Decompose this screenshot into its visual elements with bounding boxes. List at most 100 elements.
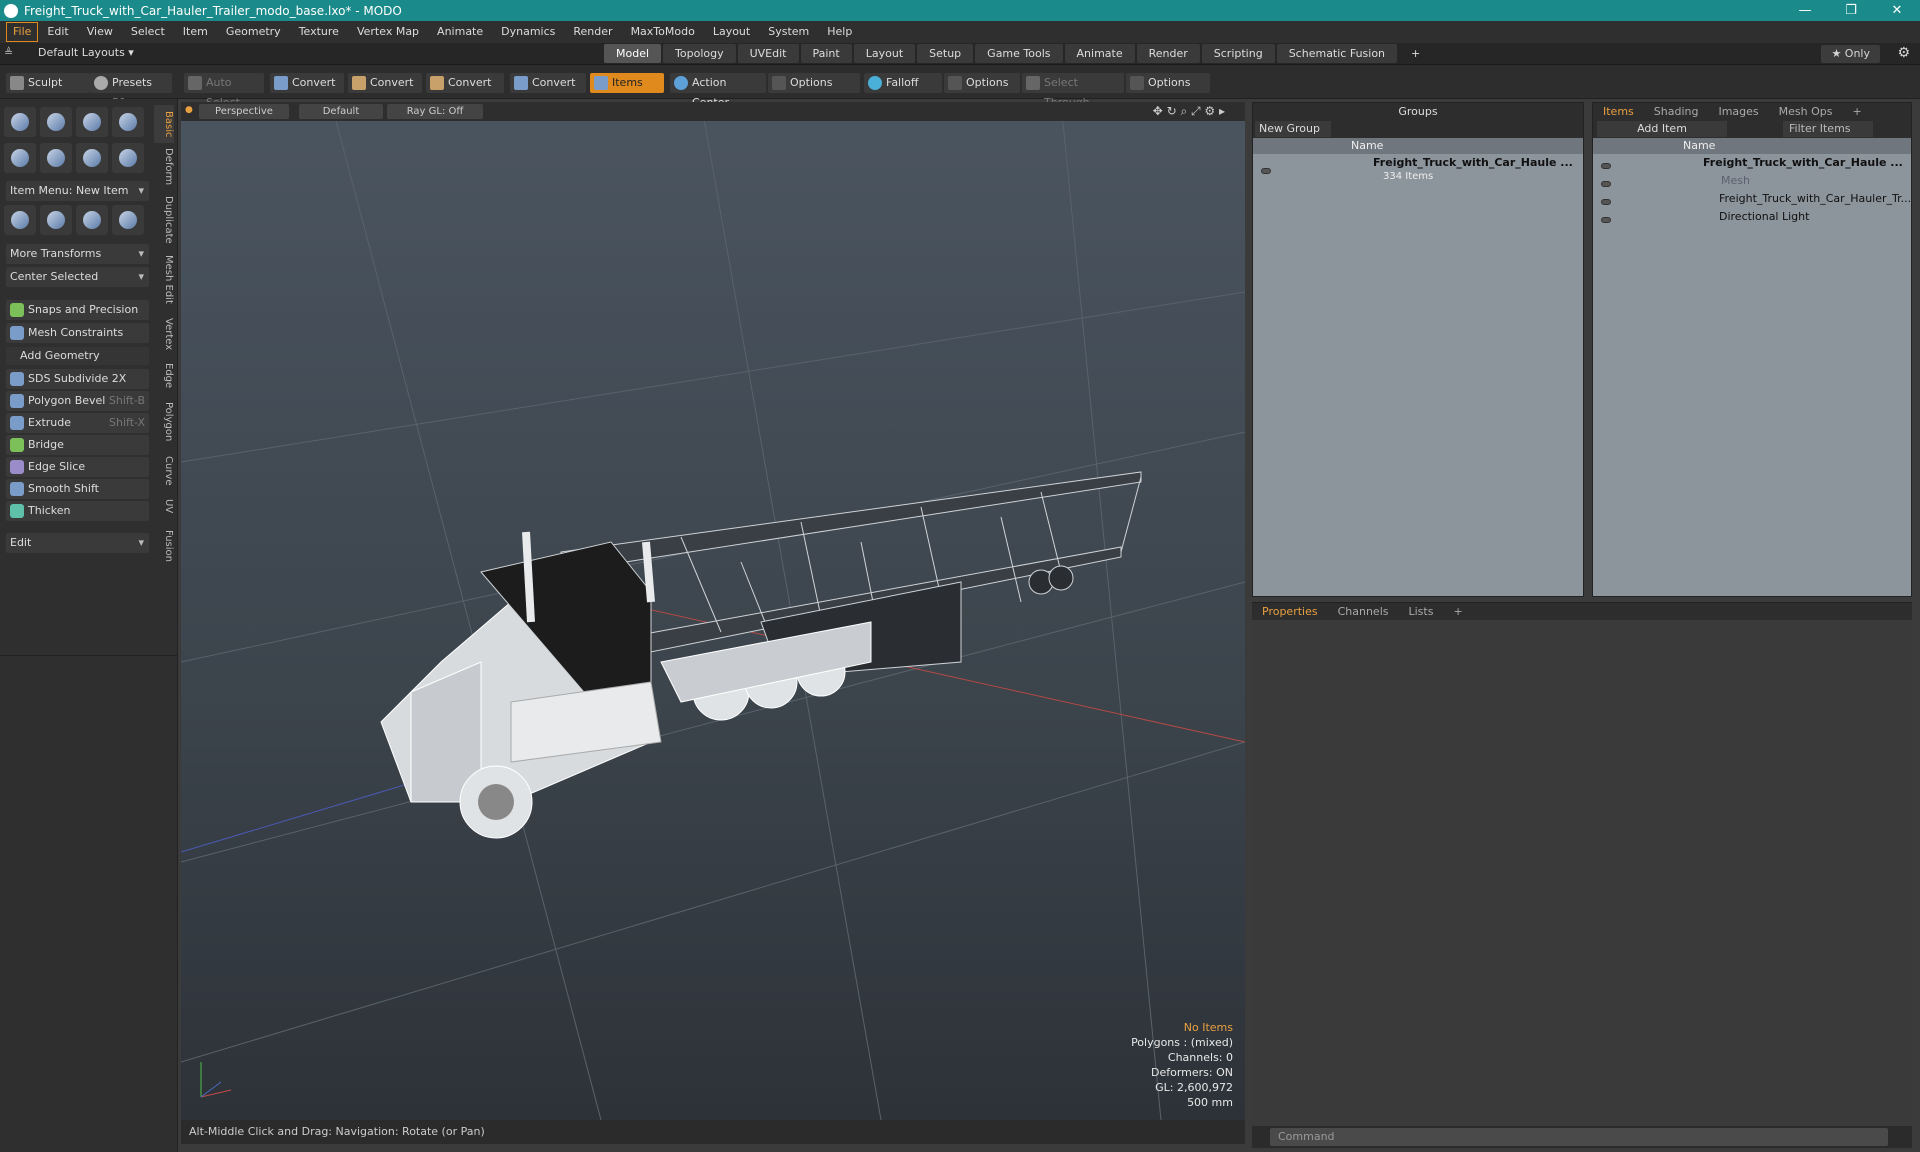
- sphere-icon[interactable]: [40, 107, 72, 137]
- edit-dropdown[interactable]: Edit: [6, 533, 149, 553]
- item-row-group[interactable]: Freight_Truck_with_Car_Hauler_Tr...: [1593, 190, 1911, 208]
- menu-view[interactable]: View: [78, 23, 122, 41]
- tab-layout[interactable]: Layout: [853, 44, 916, 63]
- vtab-polygon[interactable]: Polygon: [154, 399, 174, 445]
- add-panel-tab-button[interactable]: +: [1843, 103, 1872, 120]
- eye-icon[interactable]: [1601, 213, 1611, 226]
- menu-animate[interactable]: Animate: [428, 23, 492, 41]
- eye-icon[interactable]: [1601, 195, 1611, 208]
- tab-images[interactable]: Images: [1708, 103, 1768, 120]
- new-group-button[interactable]: New Group: [1255, 121, 1331, 137]
- menu-render[interactable]: Render: [564, 23, 621, 41]
- menu-dynamics[interactable]: Dynamics: [492, 23, 564, 41]
- vtab-uv[interactable]: UV: [154, 495, 174, 517]
- tab-topology[interactable]: Topology: [663, 44, 736, 63]
- auto-select-button[interactable]: Auto Select: [184, 73, 264, 109]
- transform-icon[interactable]: [4, 205, 36, 235]
- center-selected-dropdown[interactable]: Center Selected: [6, 267, 149, 287]
- tab-channels[interactable]: Channels: [1328, 603, 1399, 620]
- torus-icon[interactable]: [4, 143, 36, 173]
- tab-game-tools[interactable]: Game Tools: [975, 44, 1063, 63]
- snaps-precision-button[interactable]: Snaps and Precision: [6, 300, 149, 320]
- taper-icon[interactable]: [112, 205, 144, 235]
- text-icon[interactable]: [112, 143, 144, 173]
- eye-icon[interactable]: [1261, 164, 1271, 177]
- tab-schematic-fusion[interactable]: Schematic Fusion: [1276, 44, 1398, 63]
- viewport-menu-icon[interactable]: ●: [185, 105, 193, 115]
- view-type-dropdown[interactable]: Perspective: [199, 104, 289, 119]
- options-button-1[interactable]: Options: [768, 73, 860, 93]
- tool-sds-subdivide[interactable]: SDS Subdivide 2X: [6, 369, 149, 389]
- only-toggle[interactable]: ★ Only: [1821, 45, 1880, 63]
- menu-system[interactable]: System: [759, 23, 818, 41]
- menu-maxtomodo[interactable]: MaxToModo: [622, 23, 704, 41]
- sculpt-button[interactable]: Sculpt: [6, 73, 90, 93]
- capsule-icon[interactable]: [40, 143, 72, 173]
- grid-icon[interactable]: [40, 205, 72, 235]
- tab-properties[interactable]: Properties: [1252, 603, 1328, 620]
- gear-icon[interactable]: ⚙: [1897, 45, 1910, 61]
- menu-select[interactable]: Select: [122, 23, 174, 41]
- action-center-button[interactable]: Action Center: [670, 73, 766, 109]
- tab-lists[interactable]: Lists: [1399, 603, 1444, 620]
- eye-icon[interactable]: [1601, 159, 1611, 172]
- tab-animate[interactable]: Animate: [1064, 44, 1135, 63]
- menu-file[interactable]: File: [6, 22, 39, 42]
- convert-button-2[interactable]: Convert: [348, 73, 422, 93]
- vtab-mesh-edit[interactable]: Mesh Edit: [154, 253, 174, 305]
- menu-item[interactable]: Item: [174, 23, 217, 41]
- tab-setup[interactable]: Setup: [917, 44, 974, 63]
- maximize-button[interactable]: ❐: [1828, 0, 1874, 21]
- more-transforms-dropdown[interactable]: More Transforms: [6, 244, 149, 264]
- tab-shading[interactable]: Shading: [1644, 103, 1709, 120]
- options-button-3[interactable]: Options: [1126, 73, 1210, 93]
- cylinder-icon[interactable]: [76, 107, 108, 137]
- add-tab-button[interactable]: +: [1399, 44, 1432, 63]
- close-button[interactable]: ✕: [1874, 0, 1920, 21]
- tab-scripting[interactable]: Scripting: [1201, 44, 1275, 63]
- filter-items-input[interactable]: Filter Items: [1783, 121, 1873, 137]
- command-input[interactable]: Command: [1270, 1128, 1888, 1146]
- item-row-scene[interactable]: Freight_Truck_with_Car_Haule ...: [1593, 154, 1911, 172]
- default-layouts-dropdown[interactable]: Default Layouts ▾: [38, 46, 134, 59]
- menu-layout[interactable]: Layout: [704, 23, 759, 41]
- tool-smooth-shift[interactable]: Smooth Shift: [6, 479, 149, 499]
- tab-uvedit[interactable]: UVEdit: [737, 44, 799, 63]
- tool-extrude[interactable]: Extrude Shift-X: [6, 413, 149, 433]
- shading-dropdown[interactable]: Default: [299, 104, 383, 119]
- tool-thicken[interactable]: Thicken: [6, 501, 149, 521]
- tab-paint[interactable]: Paint: [800, 44, 852, 63]
- tool-bridge[interactable]: Bridge: [6, 435, 149, 455]
- cube-icon[interactable]: [4, 107, 36, 137]
- convert-button-4[interactable]: Convert: [510, 73, 586, 93]
- add-props-tab-button[interactable]: +: [1443, 603, 1472, 620]
- item-row-mesh[interactable]: Mesh: [1593, 172, 1911, 190]
- tab-render[interactable]: Render: [1136, 44, 1200, 63]
- globe-icon[interactable]: [76, 205, 108, 235]
- vtab-deform[interactable]: Deform: [154, 147, 174, 187]
- items-mode-button[interactable]: Items: [590, 73, 664, 93]
- vtab-fusion[interactable]: Fusion: [154, 527, 174, 565]
- pen-icon[interactable]: [76, 143, 108, 173]
- presets-button[interactable]: Presets F6: [90, 73, 172, 109]
- tool-polygon-bevel[interactable]: Polygon Bevel Shift-B: [6, 391, 149, 411]
- cone-icon[interactable]: [112, 107, 144, 137]
- menu-vertex-map[interactable]: Vertex Map: [348, 23, 428, 41]
- menu-help[interactable]: Help: [818, 23, 861, 41]
- 3d-viewport[interactable]: No Items Polygons : (mixed) Channels: 0 …: [181, 102, 1245, 1120]
- minimize-button[interactable]: —: [1782, 0, 1828, 21]
- raygl-toggle[interactable]: Ray GL: Off: [387, 104, 483, 119]
- convert-button-3[interactable]: Convert: [426, 73, 504, 93]
- tab-mesh-ops[interactable]: Mesh Ops: [1769, 103, 1843, 120]
- mesh-constraints-button[interactable]: Mesh Constraints: [6, 323, 149, 343]
- menu-geometry[interactable]: Geometry: [217, 23, 290, 41]
- falloff-button[interactable]: Falloff: [864, 73, 942, 93]
- layout-collapse-icon[interactable]: ≜: [4, 46, 13, 59]
- eye-icon[interactable]: [1601, 177, 1611, 190]
- item-menu-dropdown[interactable]: Item Menu: New Item: [6, 181, 149, 201]
- select-through-button[interactable]: Select Through: [1022, 73, 1124, 109]
- vtab-curve[interactable]: Curve: [154, 455, 174, 487]
- group-row[interactable]: Freight_Truck_with_Car_Haule ... 334 Ite…: [1253, 154, 1583, 188]
- vtab-duplicate[interactable]: Duplicate: [154, 195, 174, 245]
- vtab-vertex[interactable]: Vertex: [154, 315, 174, 353]
